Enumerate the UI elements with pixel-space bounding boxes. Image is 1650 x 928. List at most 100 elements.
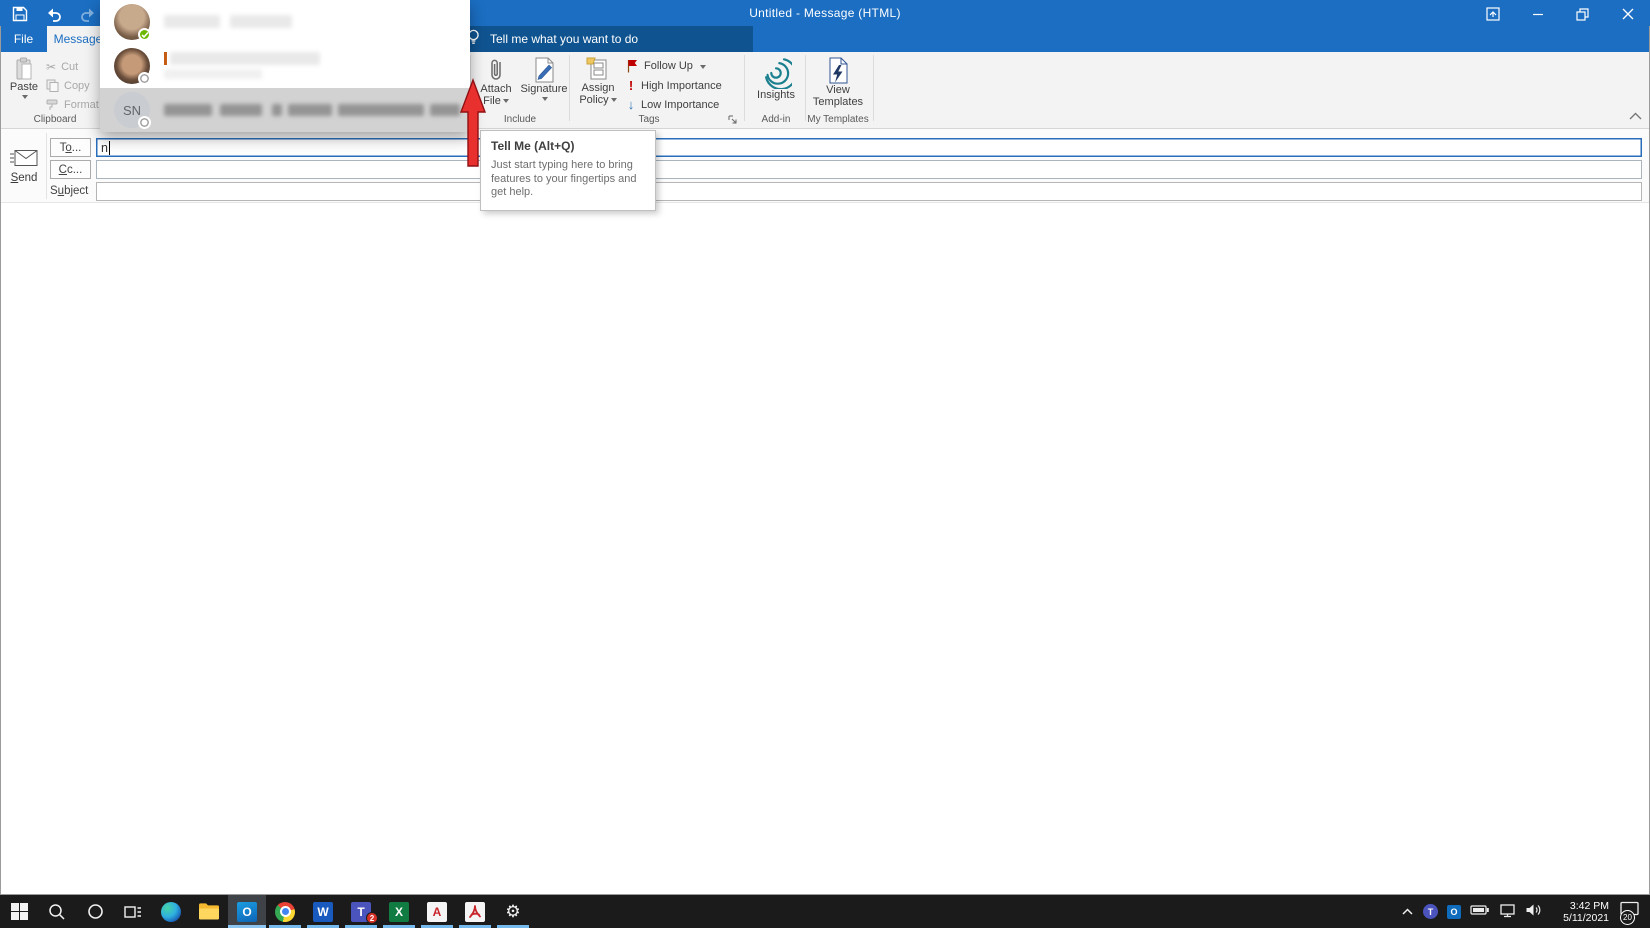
- taskbar-outlook-button[interactable]: O: [228, 895, 266, 928]
- settings-gear-icon: ⚙: [505, 903, 520, 920]
- taskbar-word-button[interactable]: W: [304, 895, 342, 928]
- my-templates-group-label: My Templates: [804, 114, 872, 125]
- tray-clock[interactable]: 3:42 PM 5/11/2021: [1551, 900, 1609, 924]
- chrome-icon: [275, 902, 295, 922]
- tags-group-label: Tags: [574, 114, 724, 125]
- paste-label: Paste: [10, 81, 38, 93]
- presence-unknown-icon: [138, 72, 151, 85]
- taskbar-file-explorer-button[interactable]: [190, 895, 228, 928]
- search-icon: [48, 903, 66, 921]
- cut-button[interactable]: ✂ Cut: [46, 60, 78, 74]
- redacted-name: [230, 15, 292, 28]
- message-body-editor[interactable]: [0, 203, 1650, 895]
- close-icon[interactable]: [1605, 0, 1650, 28]
- taskbar-cortana-button[interactable]: [76, 895, 114, 928]
- taskbar-teams-button[interactable]: T 2: [342, 895, 380, 928]
- redacted-name: [164, 69, 262, 79]
- cc-input[interactable]: [96, 160, 1642, 179]
- tray-chevron-up-icon[interactable]: [1401, 905, 1414, 919]
- teams-notification-badge: 2: [366, 912, 378, 924]
- edge-icon: [161, 902, 181, 922]
- tell-me-search[interactable]: Tell me what you want to do: [455, 26, 753, 52]
- outlook-icon: O: [237, 902, 257, 922]
- subject-label: Subject: [50, 185, 88, 197]
- system-tray: T O 3:42 PM 5/11/2021 20: [1401, 895, 1648, 928]
- low-importance-button[interactable]: ↓ Low Importance: [626, 97, 719, 112]
- addin-group-label: Add-in: [748, 114, 804, 125]
- collapse-ribbon-icon[interactable]: [1628, 110, 1643, 124]
- message-header: Send To... n Cc... Subject: [0, 129, 1650, 203]
- assign-policy-button[interactable]: Assign Policy: [574, 54, 622, 106]
- insights-button[interactable]: Insights: [750, 54, 802, 101]
- signature-icon: [533, 57, 556, 83]
- address-suggestions-dropdown: SN: [100, 0, 470, 132]
- taskbar-search-button[interactable]: [38, 895, 76, 928]
- taskbar-chrome-button[interactable]: [266, 895, 304, 928]
- paste-dropdown-icon: [22, 95, 28, 102]
- redacted-name: [164, 15, 220, 28]
- subject-input[interactable]: [96, 182, 1642, 201]
- action-center-button[interactable]: 20: [1618, 901, 1644, 923]
- paperclip-icon: [488, 57, 504, 83]
- paste-button[interactable]: Paste: [4, 54, 44, 100]
- cc-button[interactable]: Cc...: [50, 160, 91, 179]
- flag-icon: [626, 59, 639, 73]
- tell-me-label: Tell me what you want to do: [490, 32, 638, 46]
- view-templates-icon: [826, 57, 850, 84]
- volume-icon[interactable]: [1525, 903, 1542, 920]
- send-button[interactable]: Send: [4, 134, 44, 198]
- autocad-icon: A: [427, 902, 447, 922]
- minimize-icon[interactable]: [1515, 0, 1560, 28]
- high-importance-icon: !: [626, 78, 636, 93]
- signature-button[interactable]: Signature: [520, 54, 568, 102]
- to-input[interactable]: n: [96, 138, 1642, 157]
- copy-button[interactable]: Copy: [46, 79, 90, 92]
- tab-file[interactable]: File: [0, 26, 47, 52]
- taskbar-autocad-button[interactable]: A: [418, 895, 456, 928]
- clipboard-group-label: Clipboard: [0, 114, 110, 125]
- file-explorer-icon: [198, 902, 220, 921]
- assign-policy-dropdown-icon: [611, 98, 617, 105]
- to-value: n: [101, 141, 108, 155]
- taskbar-excel-button[interactable]: X: [380, 895, 418, 928]
- taskbar-acrobat-button[interactable]: [456, 895, 494, 928]
- window-controls: [1470, 0, 1650, 28]
- tags-dialog-launcher-icon[interactable]: [727, 114, 738, 128]
- network-icon[interactable]: [1499, 903, 1516, 921]
- suggestion-row[interactable]: [100, 44, 470, 88]
- presence-available-icon: [138, 28, 151, 41]
- taskbar-start-button[interactable]: [0, 895, 38, 928]
- signature-dropdown-icon: [542, 97, 548, 104]
- tell-me-tooltip: Tell Me (Alt+Q) Just start typing here t…: [480, 130, 656, 211]
- restore-icon[interactable]: [1560, 0, 1605, 28]
- to-button[interactable]: To...: [50, 138, 91, 157]
- redacted-text-mark: [164, 52, 167, 65]
- insights-spiral-icon: [760, 57, 792, 89]
- follow-up-dropdown-icon: [700, 65, 706, 72]
- ribbon-display-options-icon[interactable]: [1470, 0, 1515, 28]
- taskbar-settings-button[interactable]: ⚙: [494, 895, 532, 928]
- redacted-email: [338, 104, 424, 116]
- tray-teams-icon[interactable]: T: [1423, 904, 1438, 919]
- high-importance-button[interactable]: ! High Importance: [626, 78, 722, 93]
- notification-count-badge: 20: [1620, 910, 1635, 925]
- tray-outlook-icon[interactable]: O: [1447, 905, 1461, 919]
- acrobat-icon: [465, 902, 485, 922]
- redacted-name: [164, 104, 212, 116]
- battery-icon[interactable]: [1470, 903, 1490, 920]
- text-cursor: [109, 141, 110, 155]
- taskbar-edge-button[interactable]: [152, 895, 190, 928]
- follow-up-button[interactable]: Follow Up: [626, 59, 706, 73]
- copy-icon: [46, 79, 59, 92]
- suggestion-row-selected[interactable]: SN: [100, 88, 470, 132]
- paste-clipboard-icon: [14, 57, 34, 81]
- suggestion-row[interactable]: [100, 0, 470, 44]
- redacted-text: [272, 104, 282, 116]
- view-templates-button[interactable]: View Templates: [809, 54, 867, 108]
- annotation-arrow-up: [459, 78, 487, 171]
- word-icon: W: [313, 902, 333, 922]
- windows-logo-icon: [11, 903, 28, 920]
- tooltip-body: Just start typing here to bring features…: [491, 159, 645, 200]
- taskbar-task-view-button[interactable]: [114, 895, 152, 928]
- send-label: Send: [11, 172, 38, 184]
